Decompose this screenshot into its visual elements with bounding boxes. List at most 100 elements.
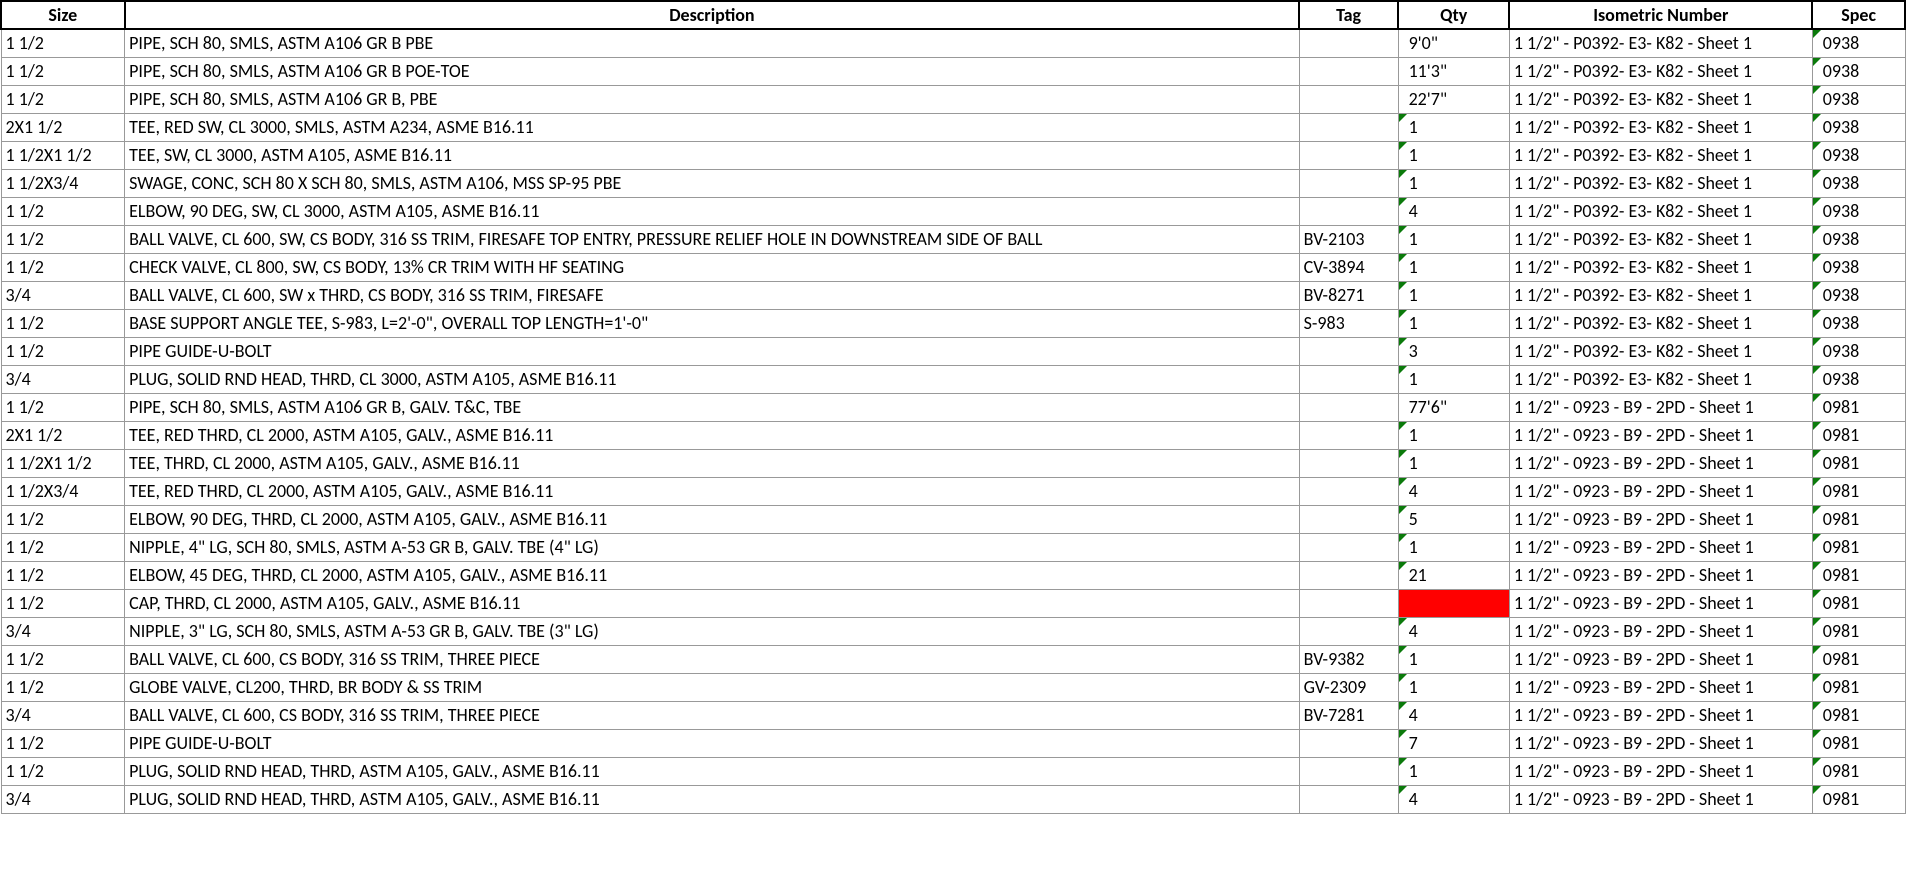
cell-description[interactable]: CAP, THRD, CL 2000, ASTM A105, GALV., AS…: [125, 589, 1300, 617]
cell-isometric-number[interactable]: 1 1/2" - 0923 - B9 - 2PD - Sheet 1: [1509, 477, 1812, 505]
cell-isometric-number[interactable]: 1 1/2" - 0923 - B9 - 2PD - Sheet 1: [1509, 589, 1812, 617]
cell-description[interactable]: BALL VALVE, CL 600, SW, CS BODY, 316 SS …: [125, 225, 1300, 253]
cell-isometric-number[interactable]: 1 1/2" - 0923 - B9 - 2PD - Sheet 1: [1509, 701, 1812, 729]
cell-tag[interactable]: CV-3894: [1299, 253, 1398, 281]
cell-isometric-number[interactable]: 1 1/2" - 0923 - B9 - 2PD - Sheet 1: [1509, 617, 1812, 645]
cell-isometric-number[interactable]: 1 1/2" - P0392- E3- K82 - Sheet 1: [1509, 309, 1812, 337]
cell-spec[interactable]: 0981: [1812, 617, 1905, 645]
cell-isometric-number[interactable]: 1 1/2" - P0392- E3- K82 - Sheet 1: [1509, 225, 1812, 253]
cell-qty[interactable]: 1: [1398, 365, 1509, 393]
cell-tag[interactable]: [1299, 85, 1398, 113]
cell-size[interactable]: 1 1/2: [1, 57, 125, 85]
cell-size[interactable]: 1 1/2: [1, 337, 125, 365]
cell-isometric-number[interactable]: 1 1/2" - P0392- E3- K82 - Sheet 1: [1509, 253, 1812, 281]
cell-qty[interactable]: 3: [1398, 337, 1509, 365]
cell-tag[interactable]: [1299, 421, 1398, 449]
cell-description[interactable]: TEE, RED THRD, CL 2000, ASTM A105, GALV.…: [125, 421, 1300, 449]
cell-qty[interactable]: 1: [1398, 533, 1509, 561]
cell-spec[interactable]: 0938: [1812, 197, 1905, 225]
cell-size[interactable]: 1 1/2: [1, 253, 125, 281]
cell-size[interactable]: 1 1/2: [1, 533, 125, 561]
cell-description[interactable]: ELBOW, 45 DEG, THRD, CL 2000, ASTM A105,…: [125, 561, 1300, 589]
cell-isometric-number[interactable]: 1 1/2" - P0392- E3- K82 - Sheet 1: [1509, 197, 1812, 225]
cell-size[interactable]: 2X1 1/2: [1, 113, 125, 141]
cell-spec[interactable]: 0981: [1812, 729, 1905, 757]
cell-size[interactable]: 1 1/2: [1, 673, 125, 701]
cell-isometric-number[interactable]: 1 1/2" - P0392- E3- K82 - Sheet 1: [1509, 365, 1812, 393]
cell-description[interactable]: PIPE, SCH 80, SMLS, ASTM A106 GR B, PBE: [125, 85, 1300, 113]
cell-size[interactable]: 1 1/2X1 1/2: [1, 141, 125, 169]
cell-spec[interactable]: 0938: [1812, 309, 1905, 337]
cell-spec[interactable]: 0981: [1812, 505, 1905, 533]
cell-description[interactable]: PIPE, SCH 80, SMLS, ASTM A106 GR B POE-T…: [125, 57, 1300, 85]
cell-spec[interactable]: 0938: [1812, 281, 1905, 309]
cell-size[interactable]: 1 1/2: [1, 561, 125, 589]
cell-spec[interactable]: 0938: [1812, 113, 1905, 141]
cell-isometric-number[interactable]: 1 1/2" - P0392- E3- K82 - Sheet 1: [1509, 29, 1812, 57]
cell-size[interactable]: 1 1/2: [1, 505, 125, 533]
cell-isometric-number[interactable]: 1 1/2" - 0923 - B9 - 2PD - Sheet 1: [1509, 561, 1812, 589]
cell-qty[interactable]: 1: [1398, 169, 1509, 197]
cell-spec[interactable]: 0981: [1812, 421, 1905, 449]
cell-tag[interactable]: [1299, 729, 1398, 757]
cell-spec[interactable]: 0938: [1812, 225, 1905, 253]
cell-tag[interactable]: S-983: [1299, 309, 1398, 337]
cell-description[interactable]: SWAGE, CONC, SCH 80 X SCH 80, SMLS, ASTM…: [125, 169, 1300, 197]
cell-qty[interactable]: 4: [1398, 785, 1509, 813]
cell-description[interactable]: PIPE, SCH 80, SMLS, ASTM A106 GR B, GALV…: [125, 393, 1300, 421]
cell-description[interactable]: PIPE, SCH 80, SMLS, ASTM A106 GR B PBE: [125, 29, 1300, 57]
cell-size[interactable]: 1 1/2: [1, 729, 125, 757]
cell-size[interactable]: 3/4: [1, 701, 125, 729]
cell-tag[interactable]: [1299, 393, 1398, 421]
cell-qty[interactable]: 1: [1398, 421, 1509, 449]
cell-isometric-number[interactable]: 1 1/2" - 0923 - B9 - 2PD - Sheet 1: [1509, 449, 1812, 477]
cell-qty[interactable]: 4: [1398, 701, 1509, 729]
cell-description[interactable]: BALL VALVE, CL 600, CS BODY, 316 SS TRIM…: [125, 645, 1300, 673]
cell-qty[interactable]: 7: [1398, 729, 1509, 757]
cell-size[interactable]: 1 1/2X3/4: [1, 477, 125, 505]
cell-isometric-number[interactable]: 1 1/2" - 0923 - B9 - 2PD - Sheet 1: [1509, 421, 1812, 449]
cell-size[interactable]: 1 1/2: [1, 645, 125, 673]
cell-description[interactable]: BALL VALVE, CL 600, SW x THRD, CS BODY, …: [125, 281, 1300, 309]
cell-spec[interactable]: 0981: [1812, 449, 1905, 477]
cell-qty[interactable]: 1: [1398, 309, 1509, 337]
cell-description[interactable]: PIPE GUIDE-U-BOLT: [125, 337, 1300, 365]
cell-tag[interactable]: [1299, 29, 1398, 57]
cell-description[interactable]: PIPE GUIDE-U-BOLT: [125, 729, 1300, 757]
cell-tag[interactable]: [1299, 449, 1398, 477]
cell-spec[interactable]: 0981: [1812, 393, 1905, 421]
cell-description[interactable]: TEE, RED SW, CL 3000, SMLS, ASTM A234, A…: [125, 113, 1300, 141]
cell-qty[interactable]: 4: [1398, 477, 1509, 505]
cell-qty[interactable]: 9'0": [1398, 29, 1509, 57]
cell-tag[interactable]: [1299, 169, 1398, 197]
cell-isometric-number[interactable]: 1 1/2" - P0392- E3- K82 - Sheet 1: [1509, 281, 1812, 309]
cell-tag[interactable]: [1299, 365, 1398, 393]
cell-isometric-number[interactable]: 1 1/2" - 0923 - B9 - 2PD - Sheet 1: [1509, 645, 1812, 673]
cell-size[interactable]: 1 1/2X1 1/2: [1, 449, 125, 477]
cell-description[interactable]: BALL VALVE, CL 600, CS BODY, 316 SS TRIM…: [125, 701, 1300, 729]
cell-tag[interactable]: [1299, 477, 1398, 505]
cell-tag[interactable]: [1299, 505, 1398, 533]
cell-tag[interactable]: [1299, 141, 1398, 169]
cell-isometric-number[interactable]: 1 1/2" - 0923 - B9 - 2PD - Sheet 1: [1509, 729, 1812, 757]
cell-tag[interactable]: [1299, 337, 1398, 365]
cell-description[interactable]: TEE, SW, CL 3000, ASTM A105, ASME B16.11: [125, 141, 1300, 169]
cell-description[interactable]: GLOBE VALVE, CL200, THRD, BR BODY & SS T…: [125, 673, 1300, 701]
cell-qty[interactable]: 4: [1398, 197, 1509, 225]
cell-qty[interactable]: 77'6": [1398, 393, 1509, 421]
cell-description[interactable]: BASE SUPPORT ANGLE TEE, S-983, L=2'-0", …: [125, 309, 1300, 337]
cell-spec[interactable]: 0981: [1812, 757, 1905, 785]
cell-tag[interactable]: [1299, 561, 1398, 589]
cell-tag[interactable]: [1299, 197, 1398, 225]
cell-spec[interactable]: 0938: [1812, 57, 1905, 85]
cell-qty[interactable]: 1: [1398, 141, 1509, 169]
cell-size[interactable]: 1 1/2: [1, 29, 125, 57]
cell-spec[interactable]: 0938: [1812, 365, 1905, 393]
cell-size[interactable]: 1 1/2: [1, 589, 125, 617]
cell-tag[interactable]: [1299, 617, 1398, 645]
cell-isometric-number[interactable]: 1 1/2" - 0923 - B9 - 2PD - Sheet 1: [1509, 393, 1812, 421]
cell-tag[interactable]: [1299, 589, 1398, 617]
cell-size[interactable]: 1 1/2: [1, 197, 125, 225]
cell-spec[interactable]: 0938: [1812, 253, 1905, 281]
cell-spec[interactable]: 0938: [1812, 169, 1905, 197]
